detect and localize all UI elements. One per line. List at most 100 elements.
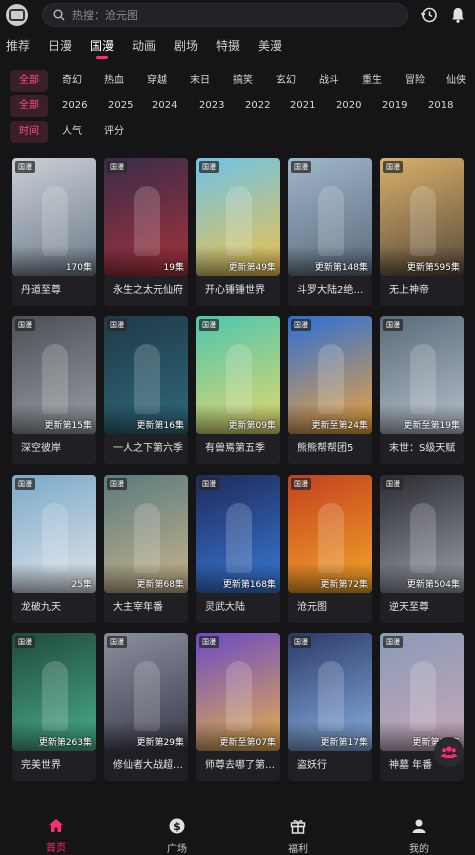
anime-title: 永生之太元仙府 — [104, 276, 188, 306]
dollar-icon: $ — [169, 818, 185, 838]
anime-card[interactable]: 国漫 更新至第19集 末世：S级天赋 — [380, 316, 464, 464]
poster-image[interactable]: 国漫 170集 — [12, 158, 96, 276]
sort-filter-row: 时间 人气 评分 — [0, 121, 475, 145]
search-bar[interactable]: 热搜：沧元图 — [42, 3, 408, 27]
anime-card[interactable]: 国漫 更新第68集 大主宰年番 — [104, 475, 188, 623]
anime-card[interactable]: 国漫更新第148集斗罗大陆2绝世唐门 — [288, 158, 372, 306]
sort-chip[interactable]: 评分 — [104, 121, 124, 143]
tab-2[interactable]: 国漫 — [90, 37, 114, 54]
genre-badge: 国漫 — [199, 636, 219, 648]
genre-badge: 国漫 — [291, 319, 311, 331]
anime-card[interactable]: 国漫 更新第29集 修仙者大战超能力 — [104, 633, 188, 781]
search-icon — [53, 9, 65, 21]
poster-image[interactable]: 国漫更新至第24集 — [288, 316, 372, 434]
poster-image[interactable]: 国漫 25集 — [12, 475, 96, 593]
anime-card[interactable]: 国漫 更新第595集 无上神帝 — [380, 158, 464, 306]
genre-chip[interactable]: 战斗 — [319, 70, 339, 92]
anime-title: 龙破九天 — [12, 593, 96, 623]
sort-chip[interactable]: 人气 — [62, 121, 82, 143]
tab-4[interactable]: 剧场 — [174, 37, 198, 54]
poster-image[interactable]: 国漫 更新第15集 — [12, 316, 96, 434]
year-chip[interactable]: 2021 — [290, 95, 315, 117]
genre-chip[interactable]: 末日 — [190, 70, 210, 92]
poster-image[interactable]: 国漫 更新第17集 — [288, 633, 372, 751]
anime-card[interactable]: 国漫 更新第16集 一人之下第六季 — [104, 316, 188, 464]
poster-image[interactable]: 国漫 更新至第07集 — [196, 633, 280, 751]
year-chip[interactable]: 2025 — [108, 95, 133, 117]
year-chip[interactable]: 全部 — [10, 95, 48, 117]
anime-card[interactable]: 国漫 170集 丹道至尊 — [12, 158, 96, 306]
genre-filter-row: 全部 奇幻 热血 穿越 末日 搞笑 玄幻 战斗 重生 冒险 仙侠 — [0, 70, 475, 94]
poster-image[interactable]: 国漫 更新第595集 — [380, 158, 464, 276]
anime-card[interactable]: 国漫 25集 龙破九天 — [12, 475, 96, 623]
episode-count: 更新第148集 — [314, 263, 368, 273]
tab-3[interactable]: 动画 — [132, 37, 156, 54]
poster-image[interactable]: 国漫 更新第29集 — [104, 633, 188, 751]
genre-chip[interactable]: 仙侠 — [446, 70, 466, 92]
poster-image[interactable]: 国漫 更新第68集 — [104, 475, 188, 593]
genre-chip[interactable]: 穿越 — [147, 70, 167, 92]
genre-chip[interactable]: 玄幻 — [276, 70, 296, 92]
year-chip[interactable]: 2020 — [336, 95, 361, 117]
anime-title: 有兽焉第五季 — [196, 434, 280, 464]
user-icon — [411, 819, 427, 838]
tab-6[interactable]: 美漫 — [258, 37, 282, 54]
year-chip[interactable]: 2022 — [245, 95, 270, 117]
genre-chip[interactable]: 热血 — [104, 70, 124, 92]
anime-card[interactable]: 国漫 更新第72集 沧元图 — [288, 475, 372, 623]
sort-chip[interactable]: 时间 — [10, 121, 48, 143]
genre-chip[interactable]: 奇幻 — [62, 70, 82, 92]
episode-count: 更新第49集 — [228, 263, 276, 273]
poster-image[interactable]: 国漫 更新至第19集 — [380, 316, 464, 434]
poster-image[interactable]: 国漫 更新第504集 — [380, 475, 464, 593]
anime-card[interactable]: 国漫 更新第15集 深空彼岸 — [12, 316, 96, 464]
poster-image[interactable]: 国漫 更新第168集 — [196, 475, 280, 593]
app-logo-avatar[interactable] — [6, 4, 28, 26]
year-chip[interactable]: 2026 — [62, 95, 87, 117]
genre-chip[interactable]: 冒险 — [405, 70, 425, 92]
bottom-nav-item[interactable]: 首页 — [26, 818, 86, 854]
poster-image[interactable]: 国漫 更新第148集 — [288, 158, 372, 276]
genre-badge: 国漫 — [15, 319, 35, 331]
anime-card[interactable]: 国漫 更新第504集 逆天至尊 — [380, 475, 464, 623]
bottom-nav-item[interactable]: $ 广场 — [147, 818, 207, 855]
anime-card[interactable]: 国漫 更新第49集 开心锤锤世界 — [196, 158, 280, 306]
episode-count: 更新第68集 — [136, 580, 184, 590]
anime-card[interactable]: 国漫 更新至第24集 熊熊帮帮团5 — [288, 316, 372, 464]
poster-image[interactable]: 国漫 更新第09集 — [196, 316, 280, 434]
genre-chip[interactable]: 全部 — [10, 70, 48, 92]
anime-card[interactable]: 国漫 更新至第07集 师尊去哪了第一季 — [196, 633, 280, 781]
genre-badge: 国漫 — [199, 319, 219, 331]
poster-image[interactable]: 国漫 19集 — [104, 158, 188, 276]
poster-image[interactable]: 国漫更新第37集 — [380, 633, 464, 751]
poster-image[interactable]: 国漫 更新第72集 — [288, 475, 372, 593]
year-chip[interactable]: 2024 — [152, 95, 177, 117]
year-chip[interactable]: 2023 — [199, 95, 224, 117]
poster-image[interactable]: 国漫 更新第49集 — [196, 158, 280, 276]
anime-card[interactable]: 国漫 更新第168集 灵武大陆 — [196, 475, 280, 623]
genre-badge: 国漫 — [15, 161, 35, 173]
episode-count: 更新至第24集 — [311, 421, 368, 431]
anime-card[interactable]: 国漫 19集 永生之太元仙府 — [104, 158, 188, 306]
poster-image[interactable]: 国漫 更新第263集 — [12, 633, 96, 751]
genre-badge: 国漫 — [383, 478, 403, 490]
genre-chip[interactable]: 搞笑 — [233, 70, 253, 92]
tab-5[interactable]: 特摄 — [216, 37, 240, 54]
history-icon[interactable] — [420, 6, 438, 24]
bottom-nav-item[interactable]: 福利 — [268, 818, 328, 855]
year-chip[interactable]: 2018 — [428, 95, 453, 117]
anime-card[interactable]: 国漫 更新第263集 完美世界 — [12, 633, 96, 781]
gift-icon — [290, 819, 306, 838]
tab-0[interactable]: 推荐 — [6, 37, 30, 54]
poster-image[interactable]: 国漫 更新第16集 — [104, 316, 188, 434]
anime-card[interactable]: 国漫 更新第09集 有兽焉第五季 — [196, 316, 280, 464]
bottom-nav-item[interactable]: 我的 — [389, 818, 449, 855]
anime-card[interactable]: 国漫 更新第17集 盗妖行 — [288, 633, 372, 781]
genre-chip[interactable]: 重生 — [362, 70, 382, 92]
tab-1[interactable]: 日漫 — [48, 37, 72, 54]
anime-title: 逆天至尊 — [380, 593, 464, 623]
year-chip[interactable]: 2019 — [382, 95, 407, 117]
notification-bell-icon[interactable] — [449, 6, 467, 24]
community-button[interactable] — [434, 737, 464, 767]
year-filter-row: 全部 2026 2025 2024 2023 2022 2021 2020 2019 2018 — [0, 95, 475, 119]
